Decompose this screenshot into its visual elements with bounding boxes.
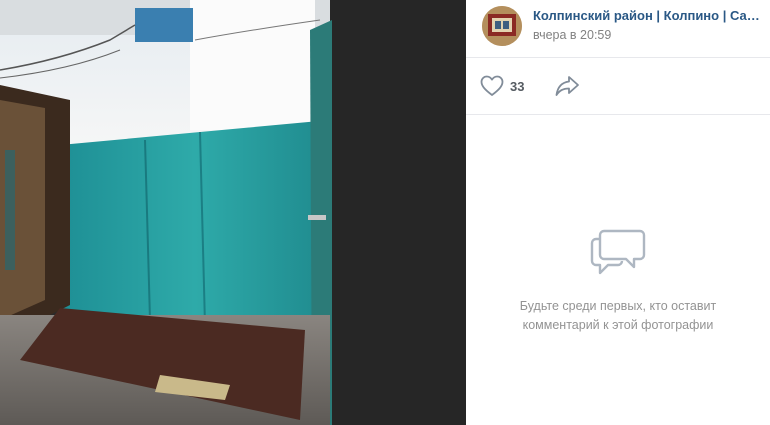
avatar-image bbox=[482, 6, 522, 46]
like-count: 33 bbox=[510, 78, 525, 94]
comments-empty-state: Будьте среди первых, кто оставит коммент… bbox=[466, 225, 770, 335]
post-actions: 33 bbox=[466, 58, 770, 115]
comments-empty-text: Будьте среди первых, кто оставит коммент… bbox=[466, 297, 770, 335]
post-info-panel: Колпинский район | Колпино | Сан... вчер… bbox=[466, 0, 770, 425]
photo-viewer[interactable] bbox=[0, 0, 466, 425]
empty-text-line-2: комментарий к этой фотографии bbox=[522, 318, 714, 332]
share-button[interactable] bbox=[554, 74, 580, 98]
author-name-link[interactable]: Колпинский район | Колпино | Сан... bbox=[533, 8, 761, 23]
post-timestamp[interactable]: вчера в 20:59 bbox=[533, 28, 611, 42]
empty-text-line-1: Будьте среди первых, кто оставит bbox=[519, 299, 717, 313]
share-arrow-icon bbox=[555, 76, 579, 96]
post-header: Колпинский район | Колпино | Сан... вчер… bbox=[466, 0, 770, 58]
avatar[interactable] bbox=[482, 6, 522, 46]
photo-image bbox=[0, 0, 466, 425]
heart-icon bbox=[480, 75, 504, 96]
comment-bubbles-icon bbox=[590, 229, 646, 275]
like-button[interactable]: 33 bbox=[480, 74, 524, 98]
